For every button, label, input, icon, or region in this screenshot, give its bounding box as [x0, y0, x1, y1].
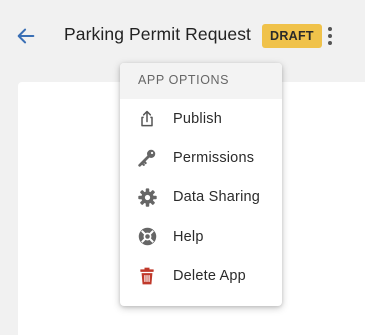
more-vertical-icon	[328, 27, 332, 31]
menu-item-publish[interactable]: Publish	[120, 99, 282, 138]
menu-item-label: Help	[173, 228, 204, 245]
trash-icon	[136, 265, 158, 287]
key-icon	[136, 147, 158, 169]
more-options-button[interactable]	[321, 24, 339, 48]
menu-item-label: Permissions	[173, 150, 255, 167]
menu-item-label: Publish	[173, 110, 222, 127]
menu-item-delete-app[interactable]: Delete App	[120, 257, 282, 296]
menu-item-data-sharing[interactable]: Data Sharing	[120, 178, 282, 217]
arrow-left-icon	[17, 28, 35, 44]
page-title: Parking Permit Request	[64, 24, 252, 44]
more-dot	[328, 41, 332, 45]
app-options-menu: APP OPTIONS Publish Permissions Data Sha…	[120, 63, 282, 306]
menu-item-help[interactable]: Help	[120, 217, 282, 256]
more-dot	[328, 34, 332, 38]
menu-item-label: Data Sharing	[173, 189, 261, 206]
status-badge: DRAFT	[262, 24, 322, 48]
menu-item-permissions[interactable]: Permissions	[120, 138, 282, 177]
page: Parking Permit Request DRAFT APP OPTIONS…	[0, 0, 365, 335]
gear-icon	[136, 186, 158, 208]
menu-item-label: Delete App	[173, 268, 246, 285]
lifebuoy-icon	[136, 226, 158, 248]
back-button[interactable]	[12, 22, 40, 50]
app-header: Parking Permit Request DRAFT	[0, 0, 365, 70]
menu-heading: APP OPTIONS	[120, 63, 282, 99]
share-upload-icon	[136, 108, 158, 130]
